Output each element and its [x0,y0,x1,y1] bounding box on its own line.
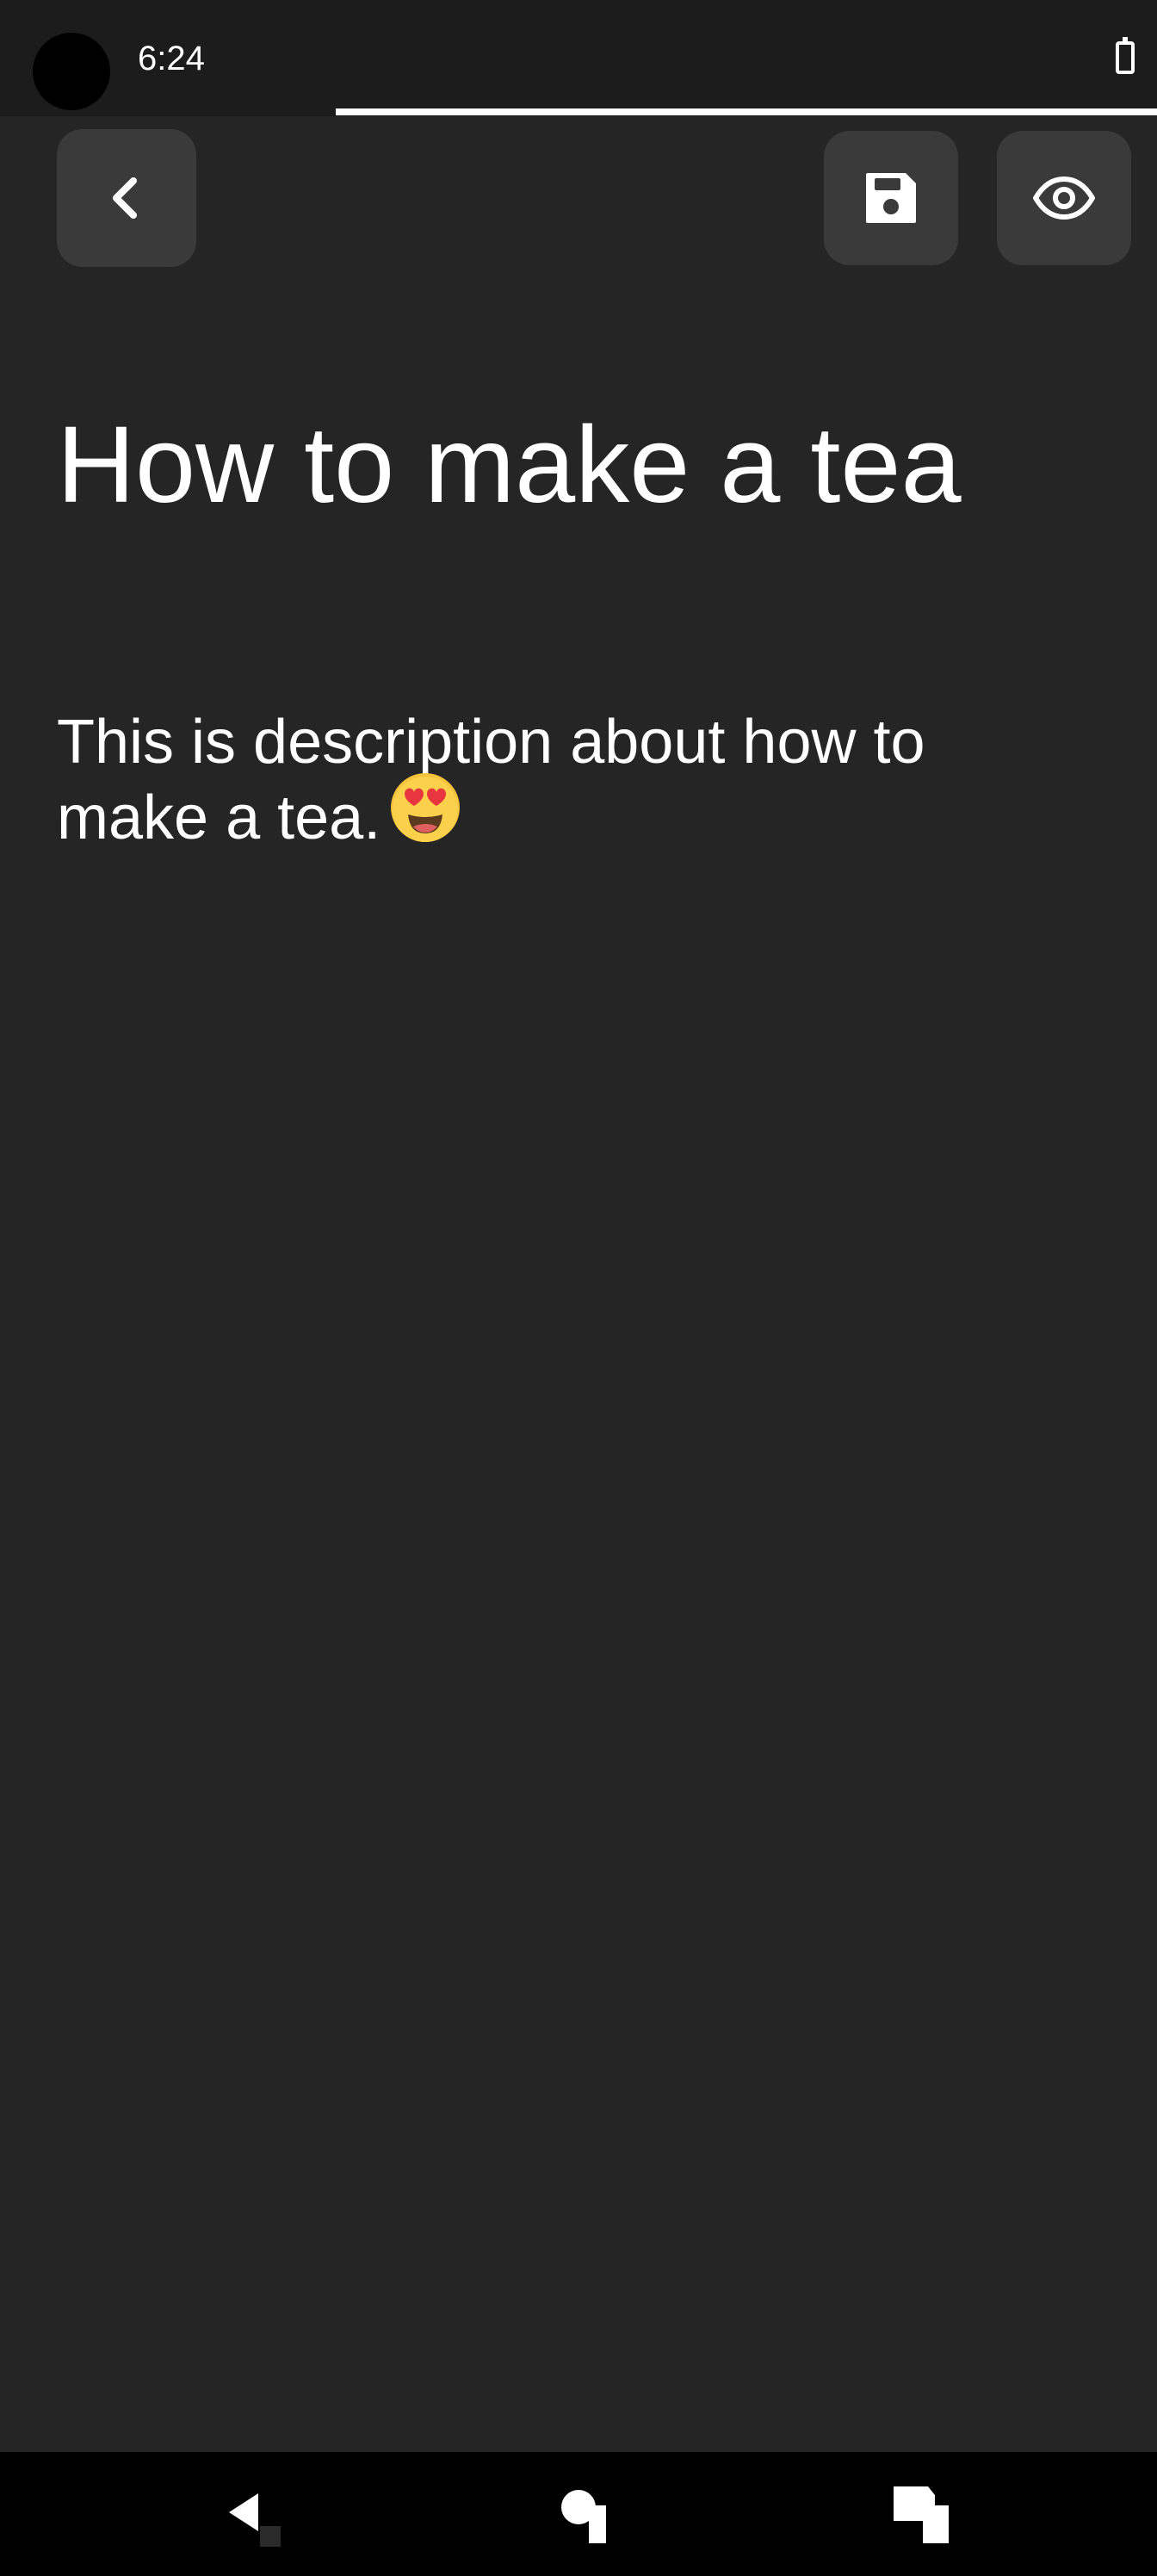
save-button[interactable] [824,131,958,265]
preview-button[interactable] [997,131,1131,265]
note-editor-screen: 6:24 How to make a tea This is descripti… [0,0,1157,2576]
home-icon [561,2490,606,2543]
note-title[interactable]: How to make a tea [57,405,1107,525]
nav-back-button[interactable] [183,2452,320,2576]
chevron-left-icon [113,177,137,219]
back-triangle-icon [229,2493,281,2547]
page-progress-bar [0,108,1157,115]
eye-icon [1033,176,1095,220]
status-bar: 6:24 [0,0,1157,116]
nav-recents-button[interactable] [854,2452,992,2576]
status-time: 6:24 [138,40,205,77]
system-nav-bar [0,2452,1157,2576]
back-button[interactable] [57,129,196,267]
page-progress-fill [335,108,1157,115]
nav-home-button[interactable] [520,2452,658,2576]
note-description-text: This is description about how to make a … [57,708,925,852]
note-description[interactable]: This is description about how to make a … [57,704,1073,863]
heart-eyes-emoji-icon [387,770,463,863]
camera-cutout [33,33,110,110]
floppy-disk-icon [866,173,916,223]
recents-icon [894,2486,949,2543]
battery-icon [1116,37,1135,74]
